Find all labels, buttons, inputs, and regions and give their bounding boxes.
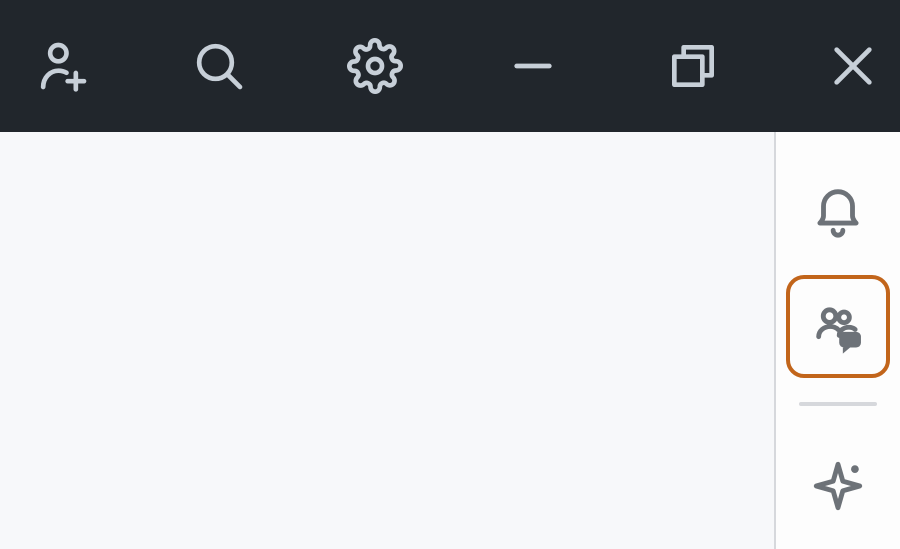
sparkle-icon[interactable] xyxy=(786,434,890,537)
close-icon[interactable] xyxy=(823,36,883,96)
right-rail xyxy=(776,132,900,549)
rail-divider xyxy=(799,402,877,406)
titlebar xyxy=(0,0,900,132)
body-area xyxy=(0,132,900,549)
minimize-icon[interactable] xyxy=(503,36,563,96)
search-icon[interactable] xyxy=(191,36,247,96)
content-area xyxy=(0,132,776,549)
community-chat-icon[interactable] xyxy=(786,275,890,379)
restore-icon[interactable] xyxy=(663,36,723,96)
window-controls xyxy=(503,36,883,96)
add-contact-icon[interactable] xyxy=(35,36,91,96)
notifications-icon[interactable] xyxy=(786,160,890,263)
gear-icon[interactable] xyxy=(347,36,403,96)
